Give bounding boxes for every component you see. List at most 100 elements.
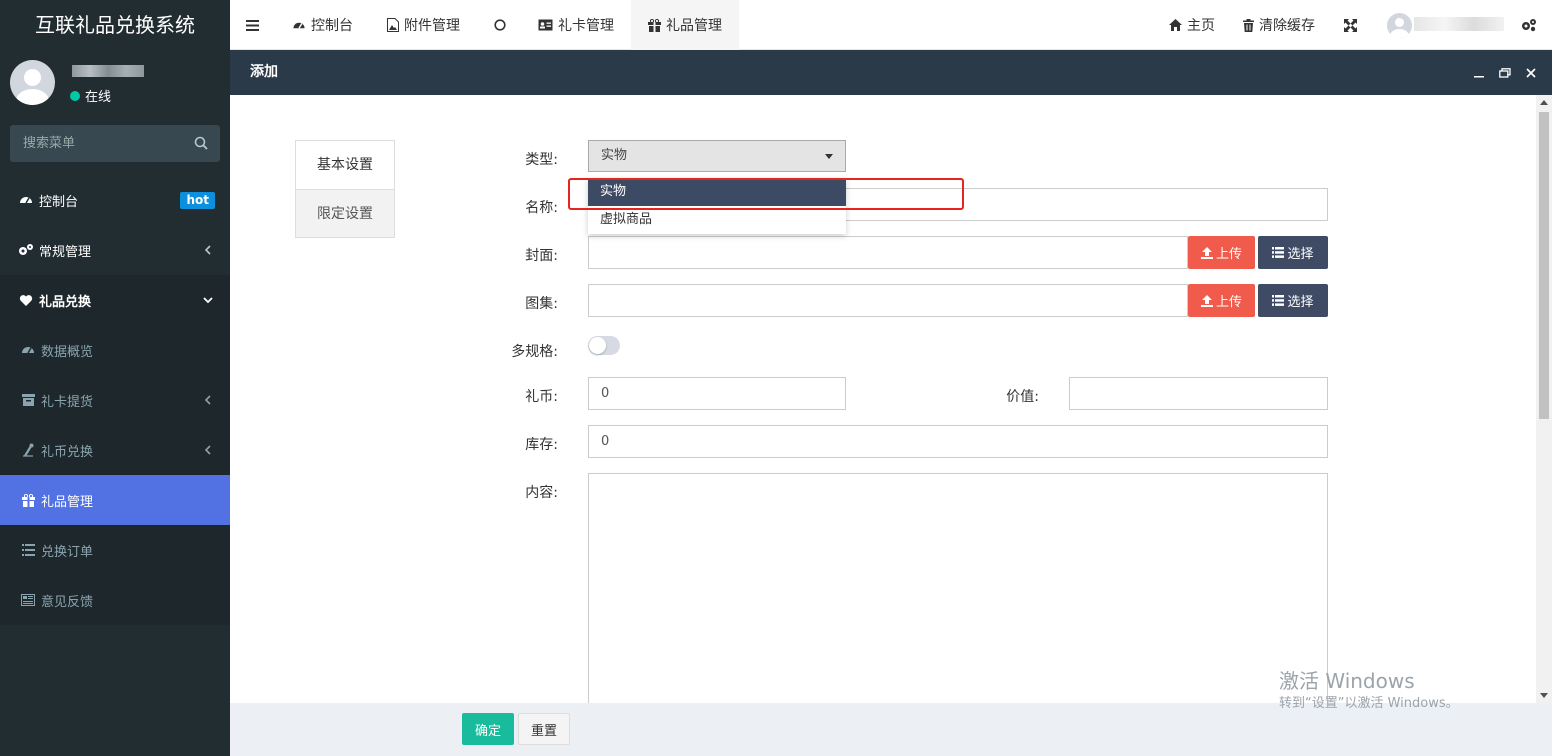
user-menu[interactable]: [1387, 0, 1412, 50]
avatar[interactable]: [10, 60, 55, 105]
sidebar-item-coin-exchange[interactable]: 礼币兑换: [0, 425, 230, 475]
content-editor[interactable]: [588, 473, 1328, 713]
file-image-icon: [387, 18, 399, 32]
menu-search-input[interactable]: [10, 125, 220, 162]
online-status-label: 在线: [85, 90, 112, 105]
tab-basic-settings[interactable]: 基本设置: [295, 140, 395, 189]
gift-icon: [648, 18, 661, 32]
cover-upload-button[interactable]: 上传: [1188, 236, 1255, 269]
home-link[interactable]: 主页: [1169, 0, 1215, 50]
sidebar-item-label: 礼品管理: [41, 494, 94, 510]
sidebar-item-orders[interactable]: 兑换订单: [0, 525, 230, 575]
name-label: 名称:: [525, 200, 558, 216]
close-icon[interactable]: [1524, 66, 1538, 80]
sidebar-item-data-overview[interactable]: 数据概览: [0, 325, 230, 375]
cover-input[interactable]: [588, 236, 1188, 269]
chevron-left-icon: [204, 445, 211, 455]
minimize-icon[interactable]: [1472, 66, 1486, 80]
multi-spec-toggle[interactable]: [588, 336, 620, 355]
tab-dashboard[interactable]: 控制台: [292, 0, 353, 50]
watermark-subtitle: 转到“设置”以激活 Windows。: [1279, 696, 1459, 711]
maximize-icon[interactable]: [1498, 66, 1512, 80]
cover-choose-button[interactable]: 选择: [1258, 236, 1328, 269]
circle-icon: [494, 19, 506, 31]
tab-unnamed[interactable]: [494, 0, 506, 50]
confirm-button[interactable]: 确定: [462, 713, 514, 745]
user-name-redacted: [1414, 17, 1504, 31]
sidebar-menu: 控制台 hot 常规管理 礼品兑换 数据概览 礼卡提货 礼币兑换 礼品管理 兑换…: [0, 175, 230, 625]
tab-label: 礼卡管理: [558, 18, 614, 34]
tab-attachments[interactable]: 附件管理: [387, 0, 460, 50]
user-name-redacted: [72, 65, 144, 77]
fullscreen-button[interactable]: [1344, 0, 1357, 50]
type-option-virtual[interactable]: 虚拟商品: [588, 206, 846, 234]
upload-icon: [1200, 246, 1213, 259]
sidebar-item-feedback[interactable]: 意见反馈: [0, 575, 230, 625]
multi-spec-label: 多规格:: [511, 344, 558, 360]
sidebar-item-gift-management[interactable]: 礼品管理: [0, 475, 230, 525]
stock-label: 库存:: [525, 437, 558, 453]
chevron-left-icon: [204, 395, 211, 405]
sidebar-item-card-pickup[interactable]: 礼卡提货: [0, 375, 230, 425]
sidebar-item-label: 礼币兑换: [41, 444, 94, 460]
window-controls: [1472, 50, 1538, 95]
gallery-label: 图集:: [525, 296, 558, 312]
gift-icon: [20, 492, 36, 508]
settings-button[interactable]: [1521, 0, 1537, 50]
expand-icon: [1344, 18, 1357, 32]
reset-button[interactable]: 重置: [518, 713, 570, 745]
sidebar-item-label: 数据概览: [41, 344, 94, 360]
menu-search: [10, 125, 220, 162]
clear-cache-button[interactable]: 清除缓存: [1243, 0, 1315, 50]
sidebar-item-general[interactable]: 常规管理: [0, 225, 230, 275]
menu-toggle-button[interactable]: [246, 0, 259, 50]
scroll-up-icon[interactable]: [1540, 100, 1548, 105]
user-avatar-small: [1387, 12, 1412, 38]
value-input[interactable]: [1069, 377, 1328, 410]
tab-label: 附件管理: [404, 18, 460, 34]
cover-label: 封面:: [525, 248, 558, 264]
scroll-thumb[interactable]: [1539, 112, 1549, 419]
sidebar-item-gift-exchange[interactable]: 礼品兑换: [0, 275, 230, 325]
sidebar-item-label: 意见反馈: [41, 594, 94, 610]
cogs-icon: [18, 242, 34, 258]
sidebar-item-label: 礼品兑换: [39, 294, 92, 310]
gallery-input[interactable]: [588, 284, 1188, 317]
hot-badge: hot: [180, 192, 215, 209]
app-brand[interactable]: 互联礼品兑换系统: [0, 0, 230, 50]
windows-activation-watermark: 激活 Windows 转到“设置”以激活 Windows。: [1279, 668, 1459, 714]
stock-input[interactable]: 0: [588, 425, 1328, 458]
newspaper-icon: [20, 592, 36, 608]
gallery-upload-button[interactable]: 上传: [1188, 284, 1255, 317]
coins-input[interactable]: 0: [588, 377, 846, 410]
user-panel: 在线: [0, 50, 230, 116]
form-tabs: 基本设置 限定设置: [295, 140, 395, 238]
content-label: 内容:: [525, 485, 558, 501]
archive-icon: [20, 392, 36, 408]
upload-icon: [1200, 294, 1213, 307]
sidebar-item-dashboard[interactable]: 控制台 hot: [0, 175, 230, 225]
tab-gift-management[interactable]: 礼品管理: [631, 0, 739, 50]
scroll-down-icon[interactable]: [1540, 693, 1548, 698]
list-icon: [1272, 247, 1285, 258]
tab-limit-settings[interactable]: 限定设置: [295, 189, 395, 238]
upload-label: 上传: [1215, 247, 1242, 262]
choose-label: 选择: [1287, 247, 1314, 262]
search-icon[interactable]: [194, 136, 208, 150]
add-dialog: 添加 基本设置 限定设置 类型: 实物 实物 虚拟商品 名称: 封面: 上传 选…: [230, 50, 1552, 756]
caret-down-icon: [825, 154, 833, 159]
clear-cache-label: 清除缓存: [1259, 18, 1315, 34]
dashboard-icon: [18, 192, 34, 208]
topbar: 控制台 附件管理 礼卡管理 礼品管理 主页 清除缓存: [230, 0, 1552, 50]
home-icon: [1169, 19, 1182, 31]
chevron-down-icon: [203, 297, 213, 304]
tab-label: 控制台: [311, 18, 353, 34]
type-select[interactable]: 实物: [588, 140, 846, 172]
dialog-scrollbar[interactable]: [1536, 95, 1552, 703]
gallery-choose-button[interactable]: 选择: [1258, 284, 1328, 317]
cogs-icon: [1522, 19, 1536, 32]
list-icon: [1272, 295, 1285, 306]
dialog-header[interactable]: 添加: [230, 50, 1552, 95]
tab-card-management[interactable]: 礼卡管理: [538, 0, 614, 50]
choose-label: 选择: [1287, 295, 1314, 310]
